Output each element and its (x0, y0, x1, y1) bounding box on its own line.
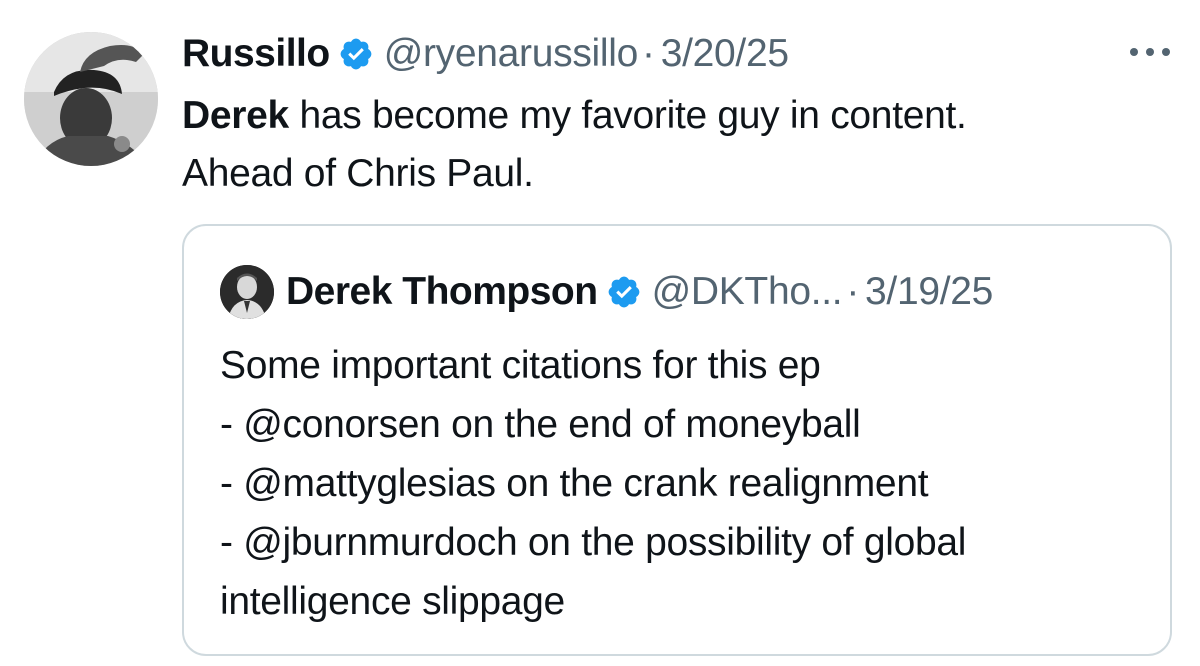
tweet[interactable]: Russillo @ryenarussillo · 3/20/25 Derek … (0, 0, 1200, 666)
quoted-author-avatar[interactable] (220, 265, 274, 319)
quoted-avatar-photo-icon (220, 265, 274, 319)
tweet-text: Derek has become my favorite guy in cont… (182, 87, 1172, 203)
more-dot (1146, 48, 1154, 56)
quoted-author-display-name[interactable]: Derek Thompson (286, 264, 598, 320)
author-display-name[interactable]: Russillo (182, 26, 330, 82)
quoted-tweet-header: Derek Thompson @DKTho... · 3/19/25 (220, 264, 993, 320)
quoted-text-line: - @mattyglesias on the crank realignment (220, 462, 929, 505)
separator-dot: · (642, 32, 655, 75)
quoted-text-line: intelligence slippage (220, 580, 565, 623)
avatar-photo-icon (24, 32, 158, 166)
quoted-tweet-card[interactable]: Derek Thompson @DKTho... · 3/19/25 Some … (182, 224, 1172, 656)
quoted-author-handle[interactable]: @DKTho... (652, 264, 843, 320)
tweet-text-line-1-rest: has become my favorite guy in content. (288, 94, 967, 137)
quoted-text-line: - @jburnmurdoch on the possibility of gl… (220, 521, 967, 564)
tweet-date[interactable]: 3/20/25 (661, 26, 789, 82)
tweet-header: Russillo @ryenarussillo · 3/20/25 (182, 26, 789, 82)
more-dot (1130, 48, 1138, 56)
quoted-text-line: Some important citations for this ep (220, 344, 821, 387)
more-dot (1162, 48, 1170, 56)
author-avatar[interactable] (24, 32, 158, 166)
quoted-separator-dot: · (846, 270, 860, 313)
quoted-verified-badge-icon (606, 274, 642, 310)
quoted-text-line: - @conorsen on the end of moneyball (220, 403, 861, 446)
tweet-text-line-1: Derek has become my favorite guy in cont… (182, 87, 1172, 145)
quoted-tweet-text: Some important citations for this ep - @… (220, 336, 1150, 631)
tweet-text-bold-mention: Derek (182, 94, 289, 137)
verified-badge-icon (338, 36, 374, 72)
author-handle[interactable]: @ryenarussillo (384, 26, 639, 82)
quoted-tweet-date[interactable]: 3/19/25 (865, 264, 993, 320)
tweet-text-line-2: Ahead of Chris Paul. (182, 152, 534, 195)
more-options-icon[interactable] (1130, 40, 1170, 64)
